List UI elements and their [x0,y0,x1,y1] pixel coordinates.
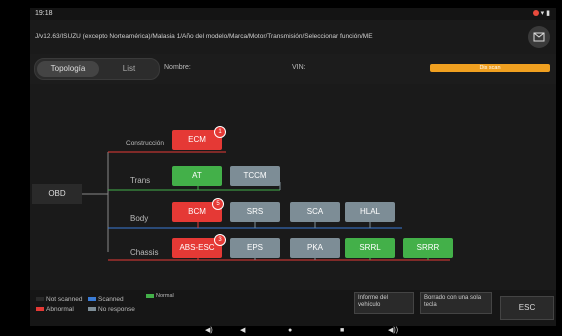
status-bar: 19:18 ▾ ▮ [30,8,556,20]
android-nav-bar: ◀) ◀ ● ■ ◀)) [30,326,556,336]
toolbar: Topología List Nombre: VIN: Dis scan [30,54,556,84]
node-srrr[interactable]: SRRR [403,238,453,258]
legend-not-scanned: Not scanned [36,296,83,303]
vin-label: VIN: [292,64,306,71]
legend-normal: Normal [146,293,174,299]
obd-node[interactable]: OBD [32,184,82,204]
esc-button[interactable]: ESC [500,296,554,320]
badge-bcm: 5 [212,198,224,210]
breadcrumb: J/v12.63/ISUZU (excepto Norteamérica)/Ma… [35,33,373,40]
notification-icon [532,10,539,17]
app-screen: 19:18 ▾ ▮ J/v12.63/ISUZU (excepto Nortea… [30,8,556,336]
legend-swatch [88,307,96,312]
badge-abs-esc: 3 [214,234,226,246]
vehicle-report-button[interactable]: Informe del vehículo [354,292,414,314]
legend-label: Scanned [98,296,124,303]
mail-icon [533,32,545,42]
home-icon[interactable]: ● [288,326,292,336]
tab-list[interactable]: List [101,61,157,77]
back-icon[interactable]: ◀ [240,326,245,336]
node-tccm[interactable]: TCCM [230,166,280,186]
name-label: Nombre: [164,64,191,71]
status-icons: ▾ ▮ [532,8,550,20]
recent-apps-icon[interactable]: ■ [340,326,344,336]
legend-label: No response [98,306,135,313]
node-at[interactable]: AT [172,166,222,186]
legend-no-response: No response [88,306,135,313]
topology-canvas: OBD Construcción Trans Body Chassis ECM … [30,84,556,290]
status-time: 19:18 [35,10,53,17]
tab-topology[interactable]: Topología [37,61,99,77]
group-label-trans: Trans [130,176,151,185]
disc-scan-bar[interactable]: Dis scan [430,64,550,72]
legend-bar: Not scanned Scanned Normal Abnormal No r… [30,290,556,326]
group-label-chassis: Chassis [130,248,159,257]
node-pka[interactable]: PKA [290,238,340,258]
node-eps[interactable]: EPS [230,238,280,258]
group-label-body: Body [130,214,149,223]
legend-swatch [36,297,44,302]
legend-abnormal: Abnormal [36,306,74,313]
legend-swatch [146,293,154,298]
volume-up-icon[interactable]: ◀)) [388,326,398,336]
volume-down-icon[interactable]: ◀) [205,326,213,336]
legend-label: Normal [156,293,174,299]
node-hlal[interactable]: HLAL [345,202,395,222]
view-switcher: Topología List [34,58,160,80]
node-srrl[interactable]: SRRL [345,238,395,258]
group-label-construccion: Construcción [126,140,164,147]
legend-label: Not scanned [46,296,83,303]
badge-ecm: 1 [214,126,226,138]
legend-swatch [88,297,96,302]
legend-scanned: Scanned [88,296,124,303]
node-sca[interactable]: SCA [290,202,340,222]
topology-lines [82,151,450,261]
legend-label: Abnormal [46,306,74,313]
legend-swatch [36,307,44,312]
mail-button[interactable] [528,26,550,48]
one-touch-clear-button[interactable]: Borrado con una sola tecla [420,292,492,314]
node-srs[interactable]: SRS [230,202,280,222]
header-bar: J/v12.63/ISUZU (excepto Norteamérica)/Ma… [30,20,556,54]
